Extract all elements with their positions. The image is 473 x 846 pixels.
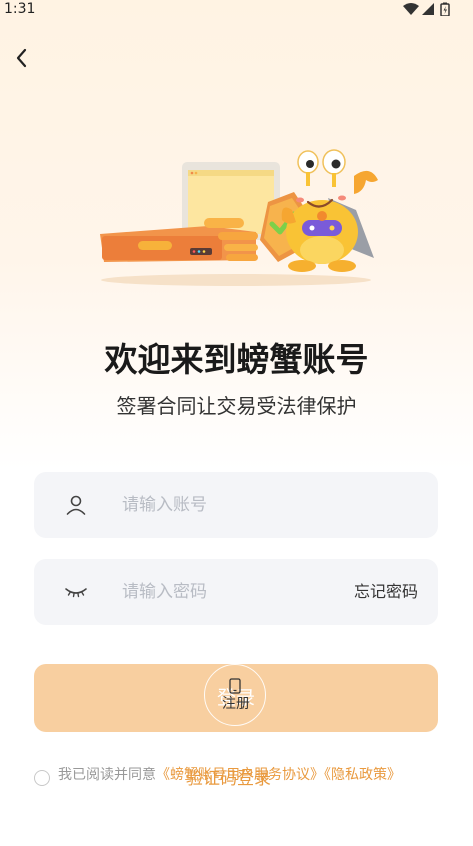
wifi-icon (403, 3, 419, 15)
account-input[interactable] (122, 492, 342, 518)
account-field[interactable] (34, 472, 438, 538)
status-time: 1:31 (4, 1, 36, 17)
welcome-subtitle: 签署合同让交易受法律保护 (116, 394, 357, 418)
privacy-policy-link[interactable]: 《隐私政策》 (324, 767, 401, 783)
password-input[interactable] (122, 579, 342, 605)
signal-icon (422, 3, 434, 15)
sms-login-link[interactable]: 验证码登录 (186, 768, 271, 790)
register-label: 注册 (222, 696, 250, 712)
welcome-title: 欢迎来到螃蟹账号 (104, 340, 369, 379)
forgot-password-link[interactable]: 忘记密码 (354, 581, 418, 603)
eye-closed-icon[interactable] (64, 580, 88, 604)
agreement-prefix: 我已阅读并同意 (58, 767, 156, 783)
crab-mascot-illustration (100, 149, 378, 286)
register-button[interactable]: 注册 (204, 664, 266, 726)
back-button[interactable] (10, 46, 34, 70)
status-bar: 1:31 (0, 0, 473, 20)
battery-icon (440, 2, 450, 16)
phone-icon (229, 678, 241, 694)
status-icons (403, 2, 450, 16)
user-icon (66, 495, 86, 515)
agreement-checkbox[interactable] (34, 770, 50, 786)
password-field[interactable]: 忘记密码 (34, 559, 438, 625)
chevron-left-icon (16, 48, 27, 68)
